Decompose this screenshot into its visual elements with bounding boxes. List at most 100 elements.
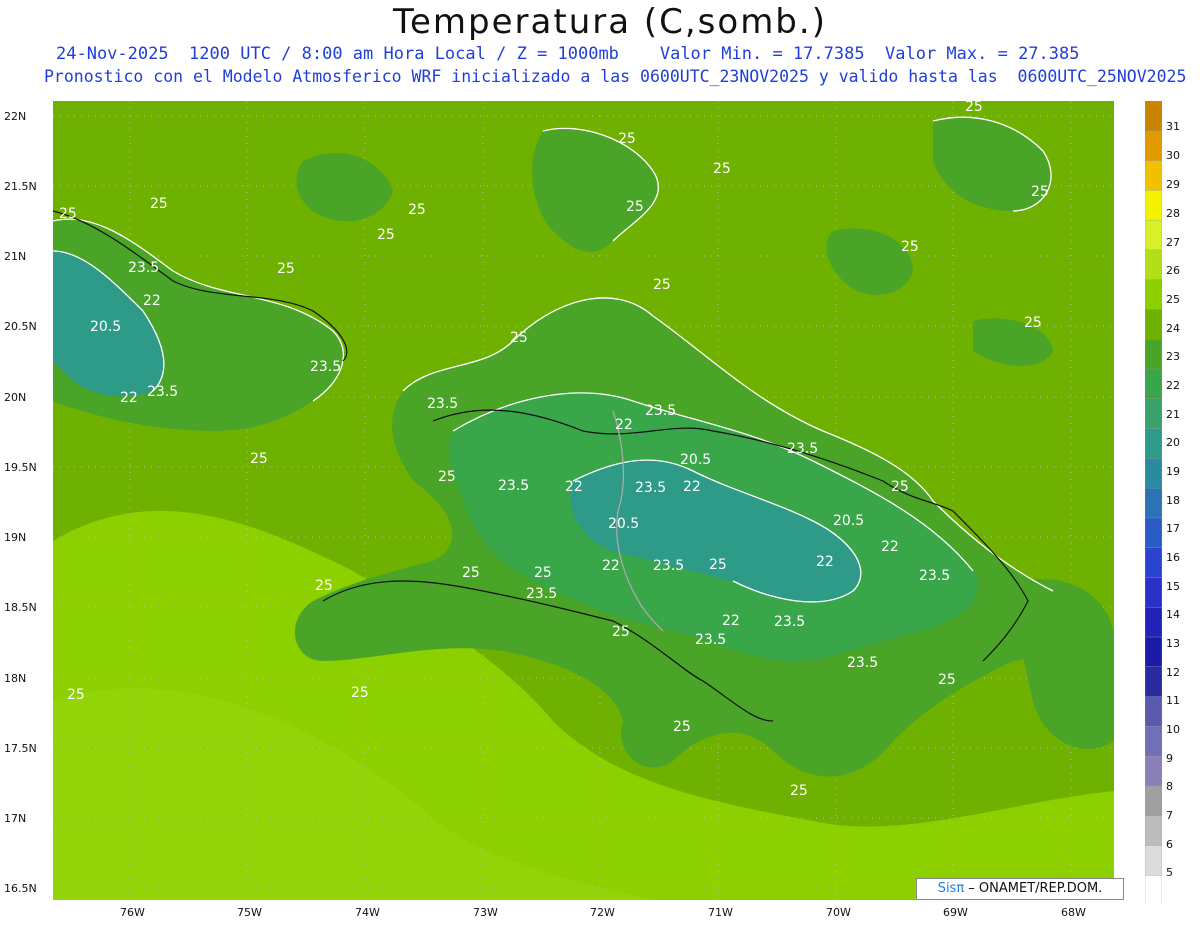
colorbar-swatch <box>1145 428 1162 460</box>
colorbar-label: 19 <box>1166 465 1180 478</box>
colorbar-label: 28 <box>1166 207 1180 220</box>
contour-label: 23.5 <box>147 384 178 400</box>
colorbar-swatch <box>1145 815 1162 847</box>
temperature-map[interactable]: 25 25 25 25 25 25 25 25 25 25 25 23.5 25… <box>53 101 1114 900</box>
lon-label-73w: 73W <box>473 906 498 919</box>
colorbar-label: 7 <box>1166 809 1173 822</box>
colorbar-label: 18 <box>1166 494 1180 507</box>
contour-label: 25 <box>377 227 395 243</box>
colorbar-label: 11 <box>1166 694 1180 707</box>
colorbar-label: 9 <box>1166 752 1173 765</box>
contour-label: 22 <box>881 539 899 555</box>
contour-label: 25 <box>59 206 77 222</box>
contour-label: 23.5 <box>310 359 341 375</box>
lon-label-74w: 74W <box>355 906 380 919</box>
lat-label-18n: 18N <box>4 672 27 685</box>
lon-label-72w: 72W <box>590 906 615 919</box>
contour-label: 23.5 <box>847 655 878 671</box>
contour-label: 23.5 <box>128 260 159 276</box>
colorbar-swatch <box>1145 339 1162 370</box>
contour-label: 22 <box>722 613 740 629</box>
contour-label: 22 <box>565 479 583 495</box>
contour-label: 25 <box>408 202 426 218</box>
contour-label: 25 <box>901 239 919 255</box>
lat-label-20n: 20N <box>4 391 27 404</box>
lon-label-68w: 68W <box>1061 906 1086 919</box>
colorbar-label: 15 <box>1166 580 1180 593</box>
contour-label: 22 <box>602 558 620 574</box>
contour-label: 22 <box>683 479 701 495</box>
contour-label: 25 <box>277 261 295 277</box>
colorbar-swatch <box>1145 368 1162 400</box>
colorbar-swatch <box>1145 101 1162 132</box>
colorbar-label: 13 <box>1166 637 1180 650</box>
colorbar-swatch <box>1145 398 1162 430</box>
contour-label: 25 <box>351 685 369 701</box>
contour-label: 25 <box>67 687 85 703</box>
colorbar-swatch <box>1145 875 1162 905</box>
contour-label: 25 <box>150 196 168 212</box>
lon-label-75w: 75W <box>237 906 262 919</box>
model-info-line: Pronostico con el Modelo Atmosferico WRF… <box>44 67 1187 86</box>
contour-label: 23.5 <box>695 632 726 648</box>
colorbar-swatch <box>1145 219 1162 251</box>
colorbar-label: 8 <box>1166 780 1173 793</box>
lat-label-19n: 19N <box>4 531 27 544</box>
colorbar-swatch <box>1145 726 1162 757</box>
colorbar-label: 22 <box>1166 379 1180 392</box>
colorbar-swatch <box>1145 458 1162 489</box>
lat-label-21n: 21N <box>4 250 27 263</box>
lat-label-20-5n: 20.5N <box>4 320 37 333</box>
colorbar-label: 25 <box>1166 293 1180 306</box>
colorbar-label: 5 <box>1166 866 1173 879</box>
credit-text: – ONAMET/REP.DOM. <box>964 881 1103 896</box>
lon-label-71w: 71W <box>708 906 733 919</box>
lat-label-18-5n: 18.5N <box>4 601 37 614</box>
colorbar-label: 26 <box>1166 264 1180 277</box>
contour-label: 22 <box>816 554 834 570</box>
contour-label: 23.5 <box>427 396 458 412</box>
map-title: Temperatura (C,somb.) <box>393 2 827 42</box>
contour-label: 25 <box>653 277 671 293</box>
lat-label-17-5n: 17.5N <box>4 742 37 755</box>
contour-label: 25 <box>462 565 480 581</box>
lat-label-16-5n: 16.5N <box>4 882 37 895</box>
colorbar-label: 17 <box>1166 522 1180 535</box>
contour-label: 23.5 <box>774 614 805 630</box>
contour-label: 25 <box>315 578 333 594</box>
colorbar-label: 30 <box>1166 149 1180 162</box>
colorbar-swatch <box>1145 190 1162 221</box>
lat-label-22n: 22N <box>4 110 27 123</box>
contour-label: 22 <box>143 293 161 309</box>
contour-label: 25 <box>626 199 644 215</box>
contour-label: 25 <box>618 131 636 147</box>
contour-label: 23.5 <box>635 480 666 496</box>
colorbar-label: 29 <box>1166 178 1180 191</box>
color-bar <box>1145 101 1162 905</box>
colorbar-label: 10 <box>1166 723 1180 736</box>
lat-label-17n: 17N <box>4 812 27 825</box>
contour-label: 20.5 <box>833 513 864 529</box>
contour-label: 25 <box>790 783 808 799</box>
credit-box: Sisπ – ONAMET/REP.DOM. <box>916 878 1124 900</box>
colorbar-label: 12 <box>1166 666 1180 679</box>
lon-label-70w: 70W <box>826 906 851 919</box>
lat-label-21-5n: 21.5N <box>4 180 37 193</box>
contour-label: 22 <box>615 417 633 433</box>
contour-label: 23.5 <box>645 403 676 419</box>
colorbar-swatch <box>1145 249 1162 281</box>
contour-label: 25 <box>534 565 552 581</box>
lon-label-69w: 69W <box>943 906 968 919</box>
contour-label: 20.5 <box>90 319 121 335</box>
colorbar-label: 16 <box>1166 551 1180 564</box>
contour-label: 23.5 <box>498 478 529 494</box>
colorbar-swatch <box>1145 785 1162 817</box>
lon-label-76w: 76W <box>120 906 145 919</box>
contour-label: 25 <box>965 101 983 115</box>
colorbar-swatch <box>1145 755 1162 787</box>
contour-label: 25 <box>438 469 456 485</box>
contour-label: 22 <box>120 390 138 406</box>
sispi-logo: Sisπ <box>937 881 965 896</box>
contour-label: 25 <box>1024 315 1042 331</box>
lat-label-19-5n: 19.5N <box>4 461 37 474</box>
